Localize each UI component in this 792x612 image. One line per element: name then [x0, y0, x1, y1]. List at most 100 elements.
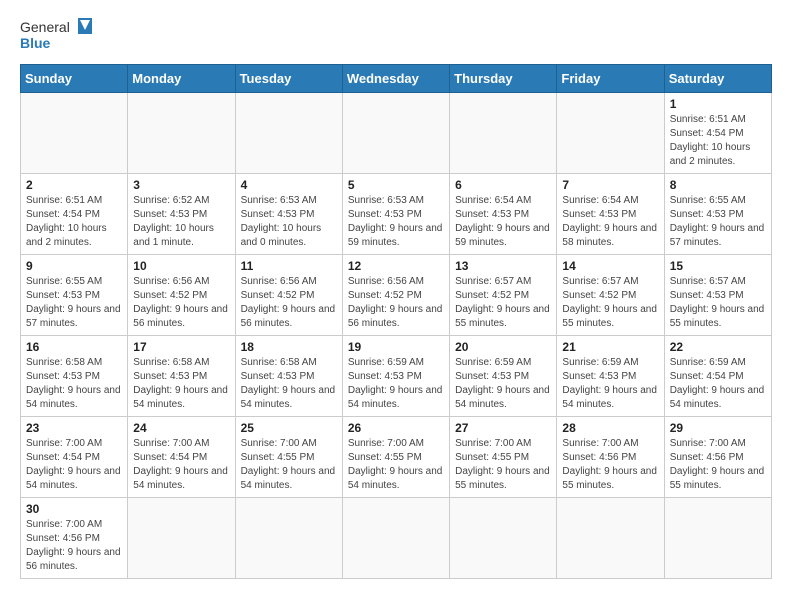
svg-text:General: General	[20, 19, 70, 35]
day-info: Sunrise: 6:58 AM Sunset: 4:53 PM Dayligh…	[26, 356, 122, 412]
day-number: 15	[670, 259, 766, 273]
day-number: 17	[133, 340, 229, 354]
day-number: 3	[133, 178, 229, 192]
day-info: Sunrise: 6:58 AM Sunset: 4:53 PM Dayligh…	[133, 356, 229, 412]
day-number: 12	[348, 259, 444, 273]
day-info: Sunrise: 6:57 AM Sunset: 4:52 PM Dayligh…	[455, 275, 551, 331]
weekday-header-wednesday: Wednesday	[342, 65, 449, 93]
weekday-header-row: SundayMondayTuesdayWednesdayThursdayFrid…	[21, 65, 772, 93]
calendar-cell: 16 Sunrise: 6:58 AM Sunset: 4:53 PM Dayli…	[21, 336, 128, 417]
day-info: Sunrise: 7:00 AM Sunset: 4:54 PM Dayligh…	[26, 437, 122, 493]
calendar-cell: 22Sunrise: 6:59 AM Sunset: 4:54 PM Dayli…	[664, 336, 771, 417]
day-number: 25	[241, 421, 337, 435]
day-number: 5	[348, 178, 444, 192]
weekday-header-saturday: Saturday	[664, 65, 771, 93]
day-info: Sunrise: 6:53 AM Sunset: 4:53 PM Dayligh…	[241, 194, 337, 250]
header: GeneralBlue	[20, 16, 772, 56]
day-number: 2	[26, 178, 122, 192]
weekday-header-thursday: Thursday	[450, 65, 557, 93]
calendar-cell: 6 Sunrise: 6:54 AM Sunset: 4:53 PM Daylig…	[450, 174, 557, 255]
day-info: Sunrise: 7:00 AM Sunset: 4:56 PM Dayligh…	[670, 437, 766, 493]
calendar-cell	[557, 93, 664, 174]
day-info: Sunrise: 6:51 AM Sunset: 4:54 PM Dayligh…	[670, 113, 766, 169]
day-number: 11	[241, 259, 337, 273]
day-number: 6	[455, 178, 551, 192]
calendar-cell	[664, 498, 771, 579]
calendar-cell: 7 Sunrise: 6:54 AM Sunset: 4:53 PM Daylig…	[557, 174, 664, 255]
day-info: Sunrise: 6:58 AM Sunset: 4:53 PM Dayligh…	[241, 356, 337, 412]
calendar-cell: 17 Sunrise: 6:58 AM Sunset: 4:53 PM Dayli…	[128, 336, 235, 417]
day-number: 8	[670, 178, 766, 192]
day-number: 27	[455, 421, 551, 435]
day-info: Sunrise: 6:59 AM Sunset: 4:53 PM Dayligh…	[348, 356, 444, 412]
day-info: Sunrise: 6:57 AM Sunset: 4:53 PM Dayligh…	[670, 275, 766, 331]
day-number: 28	[562, 421, 658, 435]
calendar-cell: 24 Sunrise: 7:00 AM Sunset: 4:54 PM Dayli…	[128, 417, 235, 498]
day-number: 23	[26, 421, 122, 435]
day-number: 19	[348, 340, 444, 354]
calendar-cell: 2 Sunrise: 6:51 AM Sunset: 4:54 PM Daylig…	[21, 174, 128, 255]
day-info: Sunrise: 6:54 AM Sunset: 4:53 PM Dayligh…	[562, 194, 658, 250]
calendar-cell: 8 Sunrise: 6:55 AM Sunset: 4:53 PM Daylig…	[664, 174, 771, 255]
day-info: Sunrise: 6:54 AM Sunset: 4:53 PM Dayligh…	[455, 194, 551, 250]
day-number: 29	[670, 421, 766, 435]
day-info: Sunrise: 6:52 AM Sunset: 4:53 PM Dayligh…	[133, 194, 229, 250]
calendar-cell: 10Sunrise: 6:56 AM Sunset: 4:52 PM Dayli…	[128, 255, 235, 336]
day-info: Sunrise: 7:00 AM Sunset: 4:55 PM Dayligh…	[241, 437, 337, 493]
calendar-cell: 1 Sunrise: 6:51 AM Sunset: 4:54 PM Daylig…	[664, 93, 771, 174]
logo: GeneralBlue	[20, 16, 100, 56]
calendar-week-row: 2 Sunrise: 6:51 AM Sunset: 4:54 PM Daylig…	[21, 174, 772, 255]
calendar-cell: 11 Sunrise: 6:56 AM Sunset: 4:52 PM Dayli…	[235, 255, 342, 336]
day-number: 16	[26, 340, 122, 354]
calendar-week-row: 30 Sunrise: 7:00 AM Sunset: 4:56 PM Dayli…	[21, 498, 772, 579]
calendar-cell: 26Sunrise: 7:00 AM Sunset: 4:55 PM Dayli…	[342, 417, 449, 498]
day-number: 24	[133, 421, 229, 435]
day-number: 7	[562, 178, 658, 192]
calendar-cell: 20Sunrise: 6:59 AM Sunset: 4:53 PM Dayli…	[450, 336, 557, 417]
calendar-week-row: 1 Sunrise: 6:51 AM Sunset: 4:54 PM Daylig…	[21, 93, 772, 174]
calendar-cell: 4 Sunrise: 6:53 AM Sunset: 4:53 PM Daylig…	[235, 174, 342, 255]
svg-text:Blue: Blue	[20, 35, 51, 51]
day-number: 21	[562, 340, 658, 354]
calendar-cell	[450, 93, 557, 174]
calendar-cell	[342, 498, 449, 579]
day-number: 14	[562, 259, 658, 273]
calendar-cell: 25 Sunrise: 7:00 AM Sunset: 4:55 PM Dayli…	[235, 417, 342, 498]
day-number: 10	[133, 259, 229, 273]
calendar-cell: 27Sunrise: 7:00 AM Sunset: 4:55 PM Dayli…	[450, 417, 557, 498]
calendar-cell: 15 Sunrise: 6:57 AM Sunset: 4:53 PM Dayli…	[664, 255, 771, 336]
calendar-week-row: 16 Sunrise: 6:58 AM Sunset: 4:53 PM Dayli…	[21, 336, 772, 417]
calendar-cell	[128, 93, 235, 174]
calendar-cell: 28 Sunrise: 7:00 AM Sunset: 4:56 PM Dayli…	[557, 417, 664, 498]
calendar-cell: 18 Sunrise: 6:58 AM Sunset: 4:53 PM Dayli…	[235, 336, 342, 417]
day-info: Sunrise: 6:51 AM Sunset: 4:54 PM Dayligh…	[26, 194, 122, 250]
calendar-cell: 19 Sunrise: 6:59 AM Sunset: 4:53 PM Dayli…	[342, 336, 449, 417]
day-number: 18	[241, 340, 337, 354]
day-info: Sunrise: 7:00 AM Sunset: 4:56 PM Dayligh…	[26, 518, 122, 574]
weekday-header-monday: Monday	[128, 65, 235, 93]
calendar-cell	[342, 93, 449, 174]
day-info: Sunrise: 6:59 AM Sunset: 4:54 PM Dayligh…	[670, 356, 766, 412]
day-info: Sunrise: 6:59 AM Sunset: 4:53 PM Dayligh…	[455, 356, 551, 412]
calendar-cell: 29 Sunrise: 7:00 AM Sunset: 4:56 PM Dayli…	[664, 417, 771, 498]
calendar-table: SundayMondayTuesdayWednesdayThursdayFrid…	[20, 64, 772, 579]
calendar-cell: 5Sunrise: 6:53 AM Sunset: 4:53 PM Daylig…	[342, 174, 449, 255]
calendar-cell	[557, 498, 664, 579]
day-number: 26	[348, 421, 444, 435]
calendar-cell: 23 Sunrise: 7:00 AM Sunset: 4:54 PM Dayli…	[21, 417, 128, 498]
calendar-cell: 3 Sunrise: 6:52 AM Sunset: 4:53 PM Daylig…	[128, 174, 235, 255]
calendar-cell	[235, 93, 342, 174]
day-info: Sunrise: 6:55 AM Sunset: 4:53 PM Dayligh…	[26, 275, 122, 331]
calendar-cell	[128, 498, 235, 579]
day-info: Sunrise: 6:57 AM Sunset: 4:52 PM Dayligh…	[562, 275, 658, 331]
day-number: 1	[670, 97, 766, 111]
calendar-cell: 13Sunrise: 6:57 AM Sunset: 4:52 PM Dayli…	[450, 255, 557, 336]
calendar-week-row: 9Sunrise: 6:55 AM Sunset: 4:53 PM Daylig…	[21, 255, 772, 336]
day-number: 30	[26, 502, 122, 516]
day-info: Sunrise: 6:56 AM Sunset: 4:52 PM Dayligh…	[348, 275, 444, 331]
day-info: Sunrise: 7:00 AM Sunset: 4:54 PM Dayligh…	[133, 437, 229, 493]
day-number: 4	[241, 178, 337, 192]
day-info: Sunrise: 6:55 AM Sunset: 4:53 PM Dayligh…	[670, 194, 766, 250]
day-info: Sunrise: 6:56 AM Sunset: 4:52 PM Dayligh…	[241, 275, 337, 331]
day-info: Sunrise: 7:00 AM Sunset: 4:56 PM Dayligh…	[562, 437, 658, 493]
